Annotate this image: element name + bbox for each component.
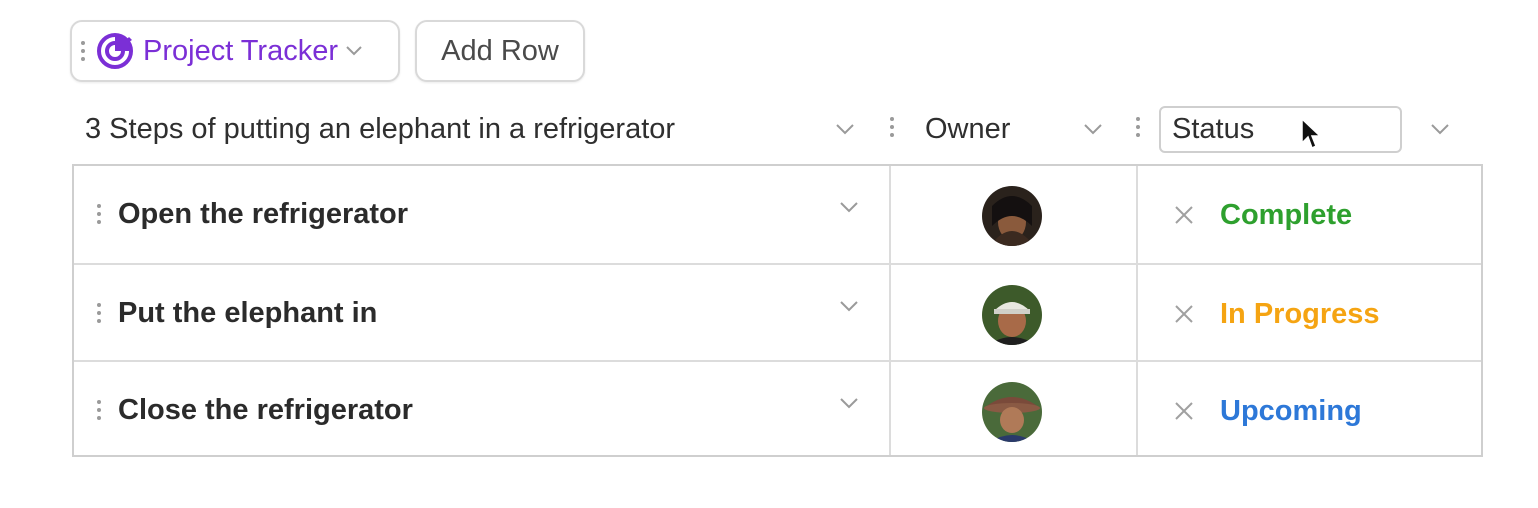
status-label[interactable]: Complete xyxy=(1220,199,1352,232)
owner-avatar[interactable] xyxy=(982,186,1042,246)
toolbar: Project Tracker Add Row xyxy=(70,20,585,82)
column-drag-handle-icon[interactable] xyxy=(1135,117,1141,137)
chevron-down-icon[interactable] xyxy=(836,122,854,140)
column-drag-handle-icon[interactable] xyxy=(889,117,895,137)
row-drag-handle-icon[interactable] xyxy=(96,303,102,323)
project-tracker-dropdown[interactable]: Project Tracker xyxy=(70,20,400,82)
chevron-down-icon[interactable] xyxy=(840,299,858,317)
chevron-down-icon[interactable] xyxy=(1084,122,1102,140)
project-tracker-label: Project Tracker xyxy=(143,34,338,67)
mouse-cursor-icon xyxy=(1301,117,1322,150)
column-header-row: 3 Steps of putting an elephant in a refr… xyxy=(72,104,1482,160)
row-drag-handle-icon[interactable] xyxy=(96,204,102,224)
chevron-down-icon[interactable] xyxy=(1431,122,1449,140)
owner-avatar[interactable] xyxy=(982,382,1042,442)
status-label[interactable]: Upcoming xyxy=(1220,395,1362,428)
tracker-table: Open the refrigerator Complete Put the e… xyxy=(72,164,1483,457)
close-icon[interactable] xyxy=(1174,401,1194,426)
table-row[interactable]: Open the refrigerator Complete xyxy=(74,166,1481,263)
table-row[interactable]: Close the refrigerator Upcoming xyxy=(74,360,1481,459)
step-text[interactable]: Put the elephant in xyxy=(118,297,377,330)
step-text[interactable]: Close the refrigerator xyxy=(118,394,413,427)
owner-avatar[interactable] xyxy=(982,285,1042,345)
step-text[interactable]: Open the refrigerator xyxy=(118,198,408,231)
chevron-down-icon[interactable] xyxy=(840,200,858,218)
column-header-title[interactable]: 3 Steps of putting an elephant in a refr… xyxy=(85,113,675,146)
chevron-down-icon xyxy=(346,46,362,56)
column-header-owner[interactable]: Owner xyxy=(925,113,1010,146)
chevron-down-icon[interactable] xyxy=(840,396,858,414)
close-icon[interactable] xyxy=(1174,304,1194,329)
table-row[interactable]: Put the elephant in In Progress xyxy=(74,263,1481,362)
status-label[interactable]: In Progress xyxy=(1220,298,1380,331)
close-icon[interactable] xyxy=(1174,205,1194,230)
column-header-status-input[interactable]: Status xyxy=(1159,106,1402,153)
drag-handle-icon[interactable] xyxy=(80,41,86,61)
add-row-button[interactable]: Add Row xyxy=(415,20,585,82)
row-drag-handle-icon[interactable] xyxy=(96,400,102,420)
tracker-icon xyxy=(97,33,133,69)
